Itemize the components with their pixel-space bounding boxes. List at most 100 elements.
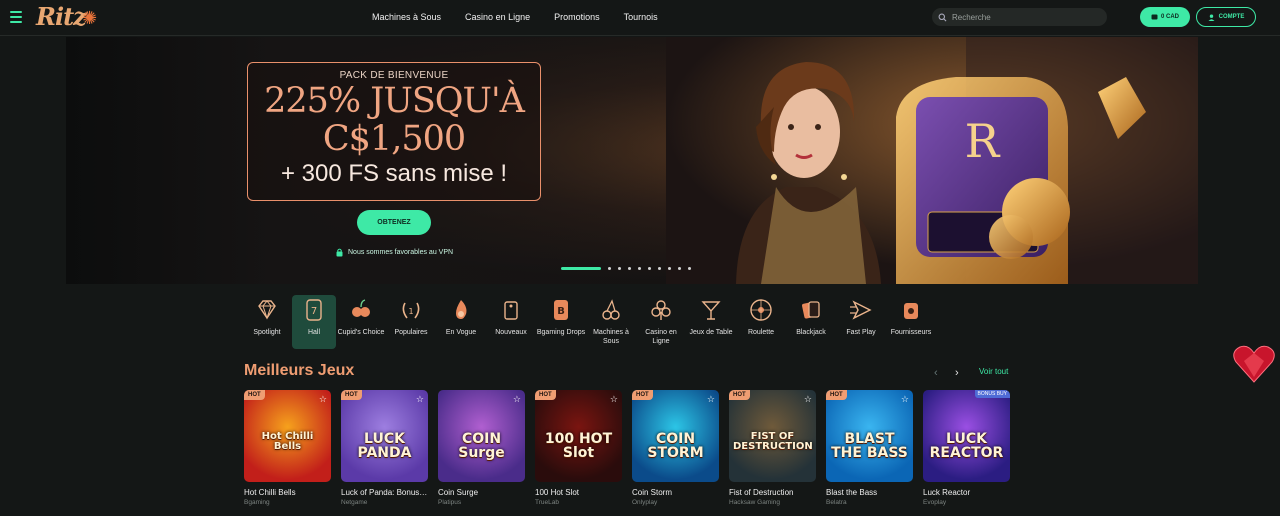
- game-art-title: FIST OF DESTRUCTION: [733, 431, 813, 452]
- category-blackjack[interactable]: Blackjack: [786, 295, 836, 349]
- game-thumbnail[interactable]: Hot Chilli Bells HOT ☆: [244, 390, 331, 482]
- cherry-heart-icon: [348, 297, 374, 323]
- hot-badge: HOT: [244, 390, 265, 400]
- game-card[interactable]: LUCK PANDA HOT ☆ Luck of Panda: Bonus Combo…: [341, 390, 428, 506]
- games-row: Hot Chilli Bells HOT ☆ Hot Chilli Bells Bgam…: [244, 390, 1010, 506]
- game-art-title: Hot Chilli Bells: [261, 431, 314, 452]
- chevron-right-icon[interactable]: ›: [955, 367, 959, 379]
- game-name[interactable]: Blast the Bass: [826, 488, 913, 497]
- game-name[interactable]: Luck of Panda: Bonus Combo: [341, 488, 428, 497]
- laurel-icon: 1: [398, 297, 424, 323]
- search-bar[interactable]: [932, 8, 1107, 26]
- hero-banner: R PACK DE BIENVENUE 225% JUSQU'À C$1,500…: [66, 37, 1198, 284]
- game-provider: Bgaming: [244, 499, 270, 506]
- cherries-icon: [598, 297, 624, 323]
- category-label: Nouveaux: [495, 329, 527, 336]
- category-spotlight[interactable]: Spotlight: [242, 295, 292, 349]
- game-card[interactable]: 100 HOT Slot HOT ☆ 100 Hot Slot TrueLab: [535, 390, 622, 506]
- game-thumbnail[interactable]: COIN STORM HOT ☆: [632, 390, 719, 482]
- category-label: Blackjack: [796, 329, 826, 336]
- favorite-star-icon[interactable]: ☆: [707, 394, 715, 405]
- carousel-dot[interactable]: [688, 267, 691, 270]
- hamburger-menu-icon[interactable]: [10, 11, 22, 23]
- game-art-title: COIN Surge: [458, 431, 505, 461]
- category-fournisseurs[interactable]: Fournisseurs: [886, 295, 936, 349]
- ritz-logo[interactable]: Ritz: [36, 2, 87, 31]
- svg-text:B: B: [557, 306, 565, 317]
- carousel-dot[interactable]: [638, 267, 641, 270]
- get-offer-button[interactable]: OBTENEZ: [357, 210, 431, 235]
- game-card[interactable]: Hot Chilli Bells HOT ☆ Hot Chilli Bells Bgam…: [244, 390, 331, 506]
- bgaming-icon: B: [548, 297, 574, 323]
- game-provider: Evoplay: [923, 499, 947, 506]
- bonus-buy-badge: BONUS BUY: [974, 390, 1010, 398]
- category-nouveaux[interactable]: Nouveaux: [486, 295, 536, 349]
- nav-online-casino[interactable]: Casino en Ligne: [465, 12, 530, 22]
- category-hall[interactable]: 7 Hall: [292, 295, 336, 349]
- game-provider: Netgame: [341, 499, 368, 506]
- game-name[interactable]: 100 Hot Slot: [535, 488, 622, 497]
- game-thumbnail[interactable]: FIST OF DESTRUCTION HOT ☆: [729, 390, 816, 482]
- category-bgaming-drops[interactable]: B Bgaming Drops: [536, 295, 586, 349]
- favorite-star-icon[interactable]: ☆: [804, 394, 812, 405]
- category-label: En Vogue: [445, 329, 477, 336]
- favorite-star-icon[interactable]: ☆: [416, 394, 424, 405]
- category-fast-play[interactable]: Fast Play: [836, 295, 886, 349]
- game-name[interactable]: Fist of Destruction: [729, 488, 816, 497]
- see-all-link[interactable]: Voir tout: [979, 367, 1008, 376]
- hot-badge: HOT: [632, 390, 653, 400]
- category-jeux-de-table[interactable]: Jeux de Table: [686, 295, 736, 349]
- game-thumbnail[interactable]: LUCK PANDA HOT ☆: [341, 390, 428, 482]
- favorite-star-icon[interactable]: ☆: [610, 394, 618, 405]
- carousel-dot[interactable]: [648, 267, 651, 270]
- search-input[interactable]: [952, 12, 1102, 22]
- nav-tournaments[interactable]: Tournois: [624, 12, 658, 22]
- carousel-dot[interactable]: [608, 267, 611, 270]
- balance-button[interactable]: 0 CAD: [1140, 7, 1190, 27]
- provider-icon: [898, 297, 924, 323]
- game-card[interactable]: FIST OF DESTRUCTION HOT ☆ Fist of Destructi…: [729, 390, 816, 506]
- favorite-star-icon[interactable]: ☆: [513, 394, 521, 405]
- category-populaires[interactable]: 1 Populaires: [386, 295, 436, 349]
- game-card[interactable]: LUCK REACTOR BONUS BUY Luck Reactor Evoplay: [923, 390, 1010, 506]
- game-provider: Platipus: [438, 499, 462, 506]
- club-icon: [648, 297, 674, 323]
- game-name[interactable]: Coin Surge: [438, 488, 525, 497]
- game-card[interactable]: COIN Surge ☆ Coin Surge Platipus: [438, 390, 525, 506]
- carousel-dot[interactable]: [668, 267, 671, 270]
- favorite-star-icon[interactable]: ☆: [319, 394, 327, 405]
- category-roulette[interactable]: Roulette: [736, 295, 786, 349]
- favorite-star-icon[interactable]: ☆: [901, 394, 909, 405]
- game-art-title: LUCK REACTOR: [929, 431, 1004, 461]
- carousel-dot[interactable]: [658, 267, 661, 270]
- game-name[interactable]: Coin Storm: [632, 488, 719, 497]
- game-card[interactable]: COIN STORM HOT ☆ Coin Storm Onlyplay: [632, 390, 719, 506]
- game-thumbnail[interactable]: LUCK REACTOR BONUS BUY: [923, 390, 1010, 482]
- offer-line-1: 225% JUSQU'À: [264, 81, 525, 121]
- chevron-left-icon[interactable]: ‹: [934, 367, 938, 379]
- category-cupid-s-choice[interactable]: Cupid's Choice: [336, 295, 386, 349]
- heart-gem-icon[interactable]: [1232, 344, 1276, 384]
- section-title: Meilleurs Jeux: [244, 362, 355, 379]
- game-name[interactable]: Hot Chilli Bells: [244, 488, 331, 497]
- nav-slots[interactable]: Machines à Sous: [372, 12, 441, 22]
- account-button[interactable]: COMPTE: [1196, 7, 1256, 27]
- category-en-vogue[interactable]: En Vogue: [436, 295, 486, 349]
- carousel-dot[interactable]: [628, 267, 631, 270]
- category-casino-en-ligne[interactable]: Casino en Ligne: [636, 295, 686, 349]
- game-card[interactable]: BLAST THE BASS HOT ☆ Blast the Bass Belatra: [826, 390, 913, 506]
- category-label: Cupid's Choice: [337, 329, 385, 336]
- vpn-note-text: Nous sommes favorables au VPN: [348, 249, 454, 256]
- category-machines-sous[interactable]: Machines à Sous: [586, 295, 636, 349]
- carousel-dot[interactable]: [561, 267, 601, 270]
- nav-promotions[interactable]: Promotions: [554, 12, 600, 22]
- carousel-dot[interactable]: [678, 267, 681, 270]
- game-name[interactable]: Luck Reactor: [923, 488, 1010, 497]
- carousel-dot[interactable]: [618, 267, 621, 270]
- main-nav: Machines à Sous Casino en Ligne Promotio…: [372, 12, 658, 22]
- hero-illustration: R: [666, 37, 1198, 284]
- game-art-title: 100 HOT Slot: [544, 431, 613, 461]
- game-thumbnail[interactable]: 100 HOT Slot HOT ☆: [535, 390, 622, 482]
- game-thumbnail[interactable]: COIN Surge ☆: [438, 390, 525, 482]
- game-thumbnail[interactable]: BLAST THE BASS HOT ☆: [826, 390, 913, 482]
